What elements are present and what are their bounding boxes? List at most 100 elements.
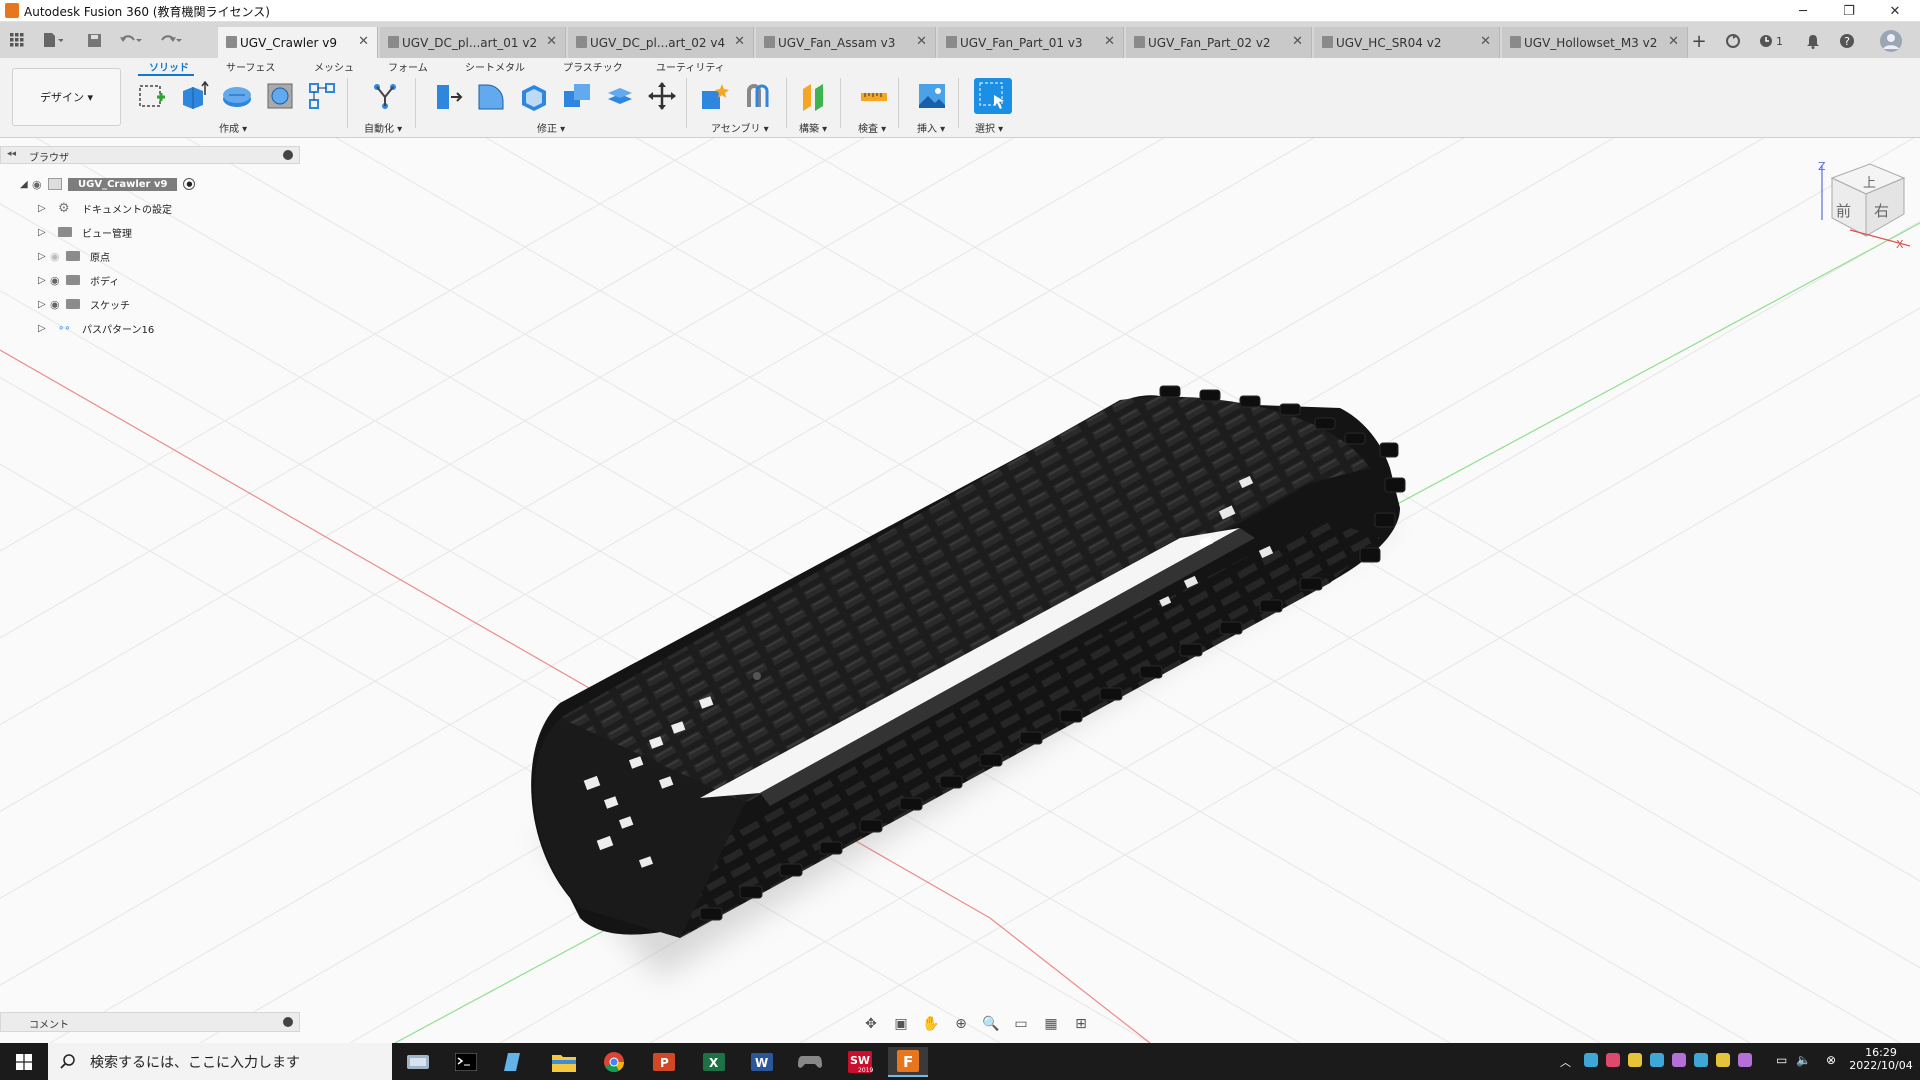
combine-icon[interactable] [561,80,593,112]
tab-form[interactable]: フォーム [388,59,428,74]
tab-plastic[interactable]: プラスチック [563,59,623,74]
move-copy-icon[interactable] [646,80,678,112]
task-view-app-icon[interactable] [398,1047,438,1077]
grid-settings-icon[interactable]: ▦ [1038,1013,1064,1035]
browser-item-path-pattern[interactable]: ▷ ∘∘ パスパターン16 [38,318,154,338]
tab-sheet-metal[interactable]: シートメタル [465,59,525,74]
user-avatar-icon[interactable] [1878,30,1904,52]
tab-ugv-fan-assam[interactable]: UGV_Fan_Assam v3 ✕ [756,27,936,58]
game-controller-app-icon[interactable] [790,1047,830,1077]
windows-start-icon[interactable] [0,1043,48,1080]
taskbar-clock[interactable]: 16:29 2022/10/04 [1846,1046,1916,1072]
expanded-triangle-icon[interactable]: ◢ [20,179,32,190]
chrome-app-icon[interactable] [594,1047,634,1077]
group-modify-label[interactable]: 修正 ▾ [537,120,565,135]
zoom-window-icon[interactable]: 🔍 [978,1013,1004,1035]
measure-icon[interactable] [858,80,890,112]
select-tool-icon[interactable] [974,78,1012,114]
hole-icon[interactable] [264,80,296,112]
tab-ugv-hollowset[interactable]: UGV_Hollowset_M3 v2 ✕ [1502,27,1688,58]
tray-app-icon[interactable] [1694,1053,1708,1067]
visibility-eye-icon[interactable]: ◉ [50,298,66,311]
tab-ugv-dc-part-02[interactable]: UGV_DC_pl...art_02 v4 ✕ [568,27,754,58]
comments-panel-header[interactable]: コメント [0,1012,300,1032]
tab-utilities[interactable]: ユーティリティ [656,59,725,74]
tab-ugv-hc-sr04[interactable]: UGV_HC_SR04 v2 ✕ [1314,27,1500,58]
terminal-app-icon[interactable] [446,1047,486,1077]
file-explorer-app-icon[interactable] [544,1047,584,1077]
tab-solid[interactable]: ソリッド [149,59,189,74]
collapse-panel-icon[interactable]: ◂◂ [7,149,16,159]
group-create-label[interactable]: 作成 ▾ [219,120,247,135]
workspace-selector[interactable]: デザイン ▾ [12,68,121,126]
collapsed-triangle-icon[interactable]: ▷ [38,203,50,214]
close-tab-icon[interactable]: ✕ [546,34,557,49]
close-tab-icon[interactable]: ✕ [358,34,369,49]
panel-pin-icon[interactable] [283,150,293,160]
offset-plane-icon[interactable] [798,80,830,112]
tab-ugv-fan-part-01[interactable]: UGV_Fan_Part_01 v3 ✕ [938,27,1124,58]
tray-app-icon[interactable] [1738,1053,1752,1067]
joint-icon[interactable] [742,80,774,112]
extrude-icon[interactable] [178,80,210,112]
tray-app-icon[interactable] [1628,1053,1642,1067]
group-inspect-label[interactable]: 検査 ▾ [858,120,886,135]
help-icon[interactable]: ? [1836,30,1858,52]
undo-icon[interactable] [116,28,146,52]
viewcube-top-face[interactable]: 上 [1863,172,1876,191]
sync-status-icon[interactable] [1722,30,1744,52]
close-tab-icon[interactable]: ✕ [734,34,745,49]
notification-center-icon[interactable]: ⊗ [1826,1053,1836,1067]
browser-item-bodies[interactable]: ▷ ◉ ボディ [38,270,119,290]
collapsed-triangle-icon[interactable]: ▷ [38,251,50,262]
browser-root-node[interactable]: ◢ ◉ UGV_Crawler v9 ● [20,174,196,194]
look-at-icon[interactable]: ▣ [888,1013,914,1035]
job-status[interactable]: 1 [1754,30,1788,52]
view-cube[interactable]: Z 上 前 右 X [1810,160,1911,255]
add-comment-icon[interactable] [283,1017,293,1027]
group-automate-label[interactable]: 自動化 ▾ [364,120,402,135]
notifications-bell-icon[interactable] [1802,30,1824,52]
tab-ugv-crawler[interactable]: UGV_Crawler v9 ✕ [218,27,378,58]
data-panel-grid-icon[interactable] [6,28,28,52]
close-window-button[interactable]: ✕ [1872,0,1918,22]
new-component-icon[interactable] [699,80,731,112]
group-assemble-label[interactable]: アセンブリ ▾ [711,120,769,135]
tab-surface[interactable]: サーフェス [226,59,275,74]
save-icon[interactable] [84,28,104,52]
file-menu-icon[interactable] [38,28,68,52]
network-icon[interactable]: ▭ [1776,1053,1787,1067]
excel-app-icon[interactable]: X [694,1047,734,1077]
browser-panel-header[interactable]: ◂◂ ブラウザ [0,146,300,164]
volume-mute-icon[interactable]: 🔈 [1796,1053,1811,1067]
pattern-icon[interactable] [306,80,338,112]
crawler-track-model[interactable] [531,385,1406,938]
tray-app-icon[interactable] [1584,1053,1598,1067]
tab-mesh[interactable]: メッシュ [314,59,354,74]
collapsed-triangle-icon[interactable]: ▷ [38,227,50,238]
fillet-icon[interactable] [474,80,506,112]
collapsed-triangle-icon[interactable]: ▷ [38,299,50,310]
new-tab-button[interactable]: + [1688,30,1710,52]
automate-icon[interactable] [369,80,401,112]
taskbar-search-box[interactable]: 検索するには、ここに入力します [48,1043,392,1080]
revolve-icon[interactable] [221,80,253,112]
tray-app-icon[interactable] [1606,1053,1620,1067]
tray-app-icon[interactable] [1650,1053,1664,1067]
tab-ugv-dc-part-01[interactable]: UGV_DC_pl...art_01 v2 ✕ [380,27,566,58]
redo-icon[interactable] [156,28,186,52]
shell-icon[interactable] [518,80,550,112]
tab-ugv-fan-part-02[interactable]: UGV_Fan_Part_02 v2 ✕ [1126,27,1312,58]
offset-face-icon[interactable] [604,80,636,112]
zoom-icon[interactable]: ⊕ [948,1013,974,1035]
create-sketch-icon[interactable] [136,80,168,112]
orbit-icon[interactable]: ✥ [858,1013,884,1035]
press-pull-icon[interactable] [432,80,464,112]
notepad-app-icon[interactable] [494,1047,534,1077]
display-settings-icon[interactable]: ▭ [1008,1013,1034,1035]
group-construct-label[interactable]: 構築 ▾ [799,120,827,135]
browser-item-document-settings[interactable]: ▷ ⚙ ドキュメントの設定 [38,198,172,218]
pan-hand-icon[interactable]: ✋ [918,1013,944,1035]
tray-app-icon[interactable] [1716,1053,1730,1067]
word-app-icon[interactable]: W [742,1047,782,1077]
